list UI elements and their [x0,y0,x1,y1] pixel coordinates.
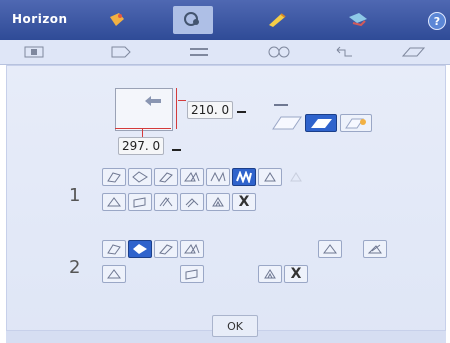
top-toolbar: Horizon ? [0,0,450,40]
width-unit-mark [172,149,181,151]
toolbar-setup-icon[interactable] [173,6,213,34]
help-button[interactable]: ? [428,12,446,30]
orientation-hint-mark [274,103,288,108]
row2-fold-icon[interactable] [102,240,126,258]
row1-fold-icon[interactable] [128,168,152,186]
height-dimension-line [176,88,177,129]
row-2-label: 2 [69,257,81,278]
width-value-field[interactable]: 297. 0 [118,137,165,155]
row2-fold-icon-selected[interactable] [128,240,152,258]
orientation-portrait-button[interactable] [268,114,304,132]
row2-fold-icon[interactable] [258,265,282,283]
orientation-landscape-button[interactable] [305,114,337,132]
tab-fold-lines[interactable] [182,42,216,62]
screen: Horizon ? 210. 0 297. 0 1 X 2 X OK [0,0,450,343]
sub-tabs [0,40,450,65]
row1-fold-icon[interactable] [206,168,230,186]
row1-fold-icon[interactable] [206,193,230,211]
row2-fold-icon[interactable] [102,265,126,283]
paper-size-preview [115,88,173,131]
row1-fold-icon[interactable] [154,168,178,186]
row1-fold-icon[interactable] [102,193,126,211]
height-value-field[interactable]: 210. 0 [187,101,234,119]
app-logo: Horizon [12,12,68,26]
row1-cancel-button[interactable]: X [232,193,256,211]
row1-fold-icon[interactable] [180,193,204,211]
height-dimension-tick [178,100,186,101]
row1-fold-icon[interactable] [180,168,204,186]
row2-fold-icon[interactable] [318,240,342,258]
row1-fold-icon-disabled [284,168,308,186]
paper-direction-arrow-icon [145,96,161,106]
row2-cancel-button[interactable]: X [284,265,308,283]
row1-fold-icon[interactable] [102,168,126,186]
tab-sheet-size[interactable] [104,42,138,62]
tab-return[interactable] [328,42,362,62]
row2-fold-icon[interactable] [180,265,204,283]
row1-fold-icon[interactable] [154,193,178,211]
row2-fold-icon[interactable] [363,240,387,258]
row1-fold-icon[interactable] [258,168,282,186]
height-unit-mark [237,111,246,113]
toolbar-memory-icon[interactable] [338,6,378,34]
row1-fold-icon-selected[interactable] [232,168,256,186]
row-1-label: 1 [69,185,81,206]
tab-paper-stack[interactable] [17,42,51,62]
toolbar-shortcut-icon[interactable] [97,6,137,34]
row2-fold-icon[interactable] [154,240,178,258]
orientation-rotate-button[interactable] [340,114,372,132]
width-dimension-line [115,128,171,129]
row2-fold-icon[interactable] [180,240,204,258]
toolbar-adjust-icon[interactable] [257,6,297,34]
tab-sheet[interactable] [396,42,430,62]
width-dimension-tick [142,129,143,137]
row1-fold-icon[interactable] [128,193,152,211]
ok-button[interactable]: OK [212,315,258,337]
tab-rollers[interactable] [262,42,296,62]
